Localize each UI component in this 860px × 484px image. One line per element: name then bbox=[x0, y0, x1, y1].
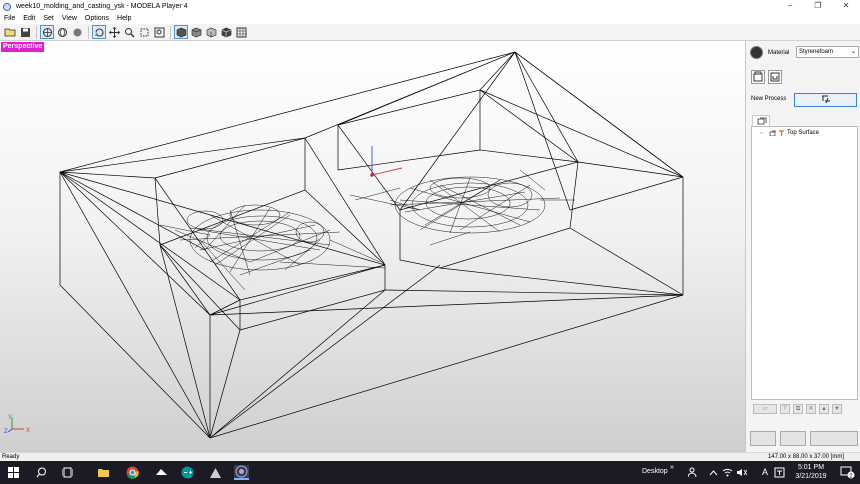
close-button[interactable]: ✕ bbox=[832, 0, 860, 13]
file-explorer-icon[interactable] bbox=[96, 465, 111, 480]
minimize-button[interactable]: – bbox=[776, 0, 804, 13]
view-side-icon[interactable] bbox=[204, 25, 218, 39]
clock-date: 3/21/2019 bbox=[795, 473, 827, 480]
people-icon[interactable] bbox=[686, 465, 701, 480]
chevron-down-icon: ⌄ bbox=[850, 49, 856, 55]
menu-set[interactable]: Set bbox=[39, 13, 58, 24]
toolbar-divider bbox=[36, 25, 37, 39]
taskbar-clock[interactable]: 5:01 PM 3/21/2019 bbox=[788, 463, 834, 481]
view-iso-icon[interactable] bbox=[219, 25, 233, 39]
task-view-icon[interactable] bbox=[60, 465, 75, 480]
preview-cut-icon[interactable] bbox=[780, 431, 806, 446]
menu-edit[interactable]: Edit bbox=[19, 13, 39, 24]
toolbar-divider bbox=[88, 25, 89, 39]
new-process-label: New Process bbox=[751, 96, 787, 102]
save-icon[interactable] bbox=[18, 25, 32, 39]
tree-item-top-surface[interactable]: Top Surface bbox=[760, 130, 819, 136]
axis-indicator: Y X Z bbox=[4, 415, 30, 435]
view-mode-label: Perspective bbox=[1, 42, 45, 52]
view-top-icon[interactable] bbox=[189, 25, 203, 39]
sphere-icon[interactable] bbox=[70, 25, 84, 39]
material-icon bbox=[750, 46, 763, 59]
menu-bar: File Edit Set View Options Help bbox=[0, 13, 860, 24]
player-icon[interactable] bbox=[234, 465, 249, 480]
tree-actions: ▱ ⊤ ⧉ ✕ ▲ ▼ bbox=[753, 404, 845, 414]
windows-start-icon[interactable] bbox=[6, 465, 21, 480]
arduino-icon[interactable] bbox=[180, 465, 195, 480]
panel-bottom-actions bbox=[750, 431, 858, 446]
vpanel-icon[interactable] bbox=[208, 465, 223, 480]
new-process-button[interactable] bbox=[794, 93, 857, 107]
material-select[interactable]: Styrenefoam ⌄ bbox=[796, 46, 859, 58]
menu-file[interactable]: File bbox=[0, 13, 19, 24]
restore-button[interactable]: ❐ bbox=[804, 0, 832, 13]
grid-icon[interactable] bbox=[234, 25, 248, 39]
model-icon[interactable] bbox=[768, 70, 782, 84]
tool-icon[interactable]: ⊤ bbox=[780, 404, 790, 414]
layers-icon bbox=[769, 130, 776, 136]
status-bar: Ready 147.00 x 88.00 x 37.00 [mm] bbox=[0, 452, 860, 461]
cut-icon[interactable] bbox=[810, 431, 858, 446]
axis-label-x: X bbox=[26, 428, 30, 434]
chrome-icon[interactable] bbox=[125, 465, 140, 480]
toolbar bbox=[0, 24, 860, 41]
input-indicator[interactable]: A bbox=[762, 467, 768, 477]
material-label: Material bbox=[768, 49, 790, 56]
fit-icon[interactable] bbox=[137, 25, 151, 39]
windows-taskbar: Desktop » A 5:01 PM 3/21/2019 2 bbox=[0, 461, 860, 484]
list-icon[interactable] bbox=[750, 431, 776, 446]
volume-icon[interactable] bbox=[734, 465, 749, 480]
delete-icon[interactable]: ✕ bbox=[806, 404, 816, 414]
desktop-toolbar-label[interactable]: Desktop bbox=[642, 468, 668, 475]
window-controls: – ❐ ✕ bbox=[776, 0, 860, 13]
title-bar: week10_molding_and_casting_ysk - MODELA … bbox=[0, 0, 860, 13]
duplicate-icon[interactable]: ⧉ bbox=[793, 404, 803, 414]
preview-icon[interactable]: ▱ bbox=[753, 404, 777, 414]
process-panel: Material Styrenefoam ⌄ New Process Top S… bbox=[745, 41, 860, 452]
globe-icon[interactable] bbox=[55, 25, 69, 39]
network-icon[interactable] bbox=[720, 465, 735, 480]
clock-time: 5:01 PM bbox=[797, 464, 825, 471]
tree-item-label: Top Surface bbox=[787, 130, 820, 136]
view-front-icon[interactable] bbox=[174, 25, 188, 39]
notification-icon[interactable]: 2 bbox=[838, 465, 856, 480]
modela-app-icon bbox=[3, 2, 11, 11]
search-icon[interactable] bbox=[34, 465, 49, 480]
open-icon[interactable] bbox=[3, 25, 17, 39]
axis-label-z: Z bbox=[4, 429, 8, 435]
zoom-window-icon[interactable] bbox=[152, 25, 166, 39]
process-icon bbox=[779, 130, 784, 136]
zoom-icon[interactable] bbox=[122, 25, 136, 39]
menu-view[interactable]: View bbox=[58, 13, 81, 24]
move-down-icon[interactable]: ▼ bbox=[832, 404, 842, 414]
ime-icon[interactable] bbox=[772, 465, 787, 480]
move-icon[interactable] bbox=[107, 25, 121, 39]
toolbar-divider bbox=[170, 25, 171, 39]
axis-label-y: Y bbox=[8, 415, 12, 421]
wireframe-mesh bbox=[59, 51, 684, 439]
window-title: week10_molding_and_casting_ysk - MODELA … bbox=[16, 3, 188, 10]
3d-viewport[interactable]: Perspective Y X Z bbox=[0, 41, 745, 452]
menu-help[interactable]: Help bbox=[113, 13, 135, 24]
process-tree: Top Surface bbox=[751, 126, 858, 400]
material-row: Material Styrenefoam ⌄ bbox=[750, 46, 860, 59]
setup-icon[interactable] bbox=[751, 70, 765, 84]
move-up-icon[interactable]: ▲ bbox=[819, 404, 829, 414]
show-hidden-icons-icon[interactable] bbox=[706, 465, 721, 480]
rotate-icon[interactable] bbox=[92, 25, 106, 39]
modela-icon[interactable] bbox=[154, 465, 169, 480]
material-value: Styrenefoam bbox=[799, 49, 834, 55]
toolbar-expand-icon[interactable]: » bbox=[670, 464, 674, 471]
menu-options[interactable]: Options bbox=[81, 13, 113, 24]
perspective-icon[interactable] bbox=[40, 25, 54, 39]
